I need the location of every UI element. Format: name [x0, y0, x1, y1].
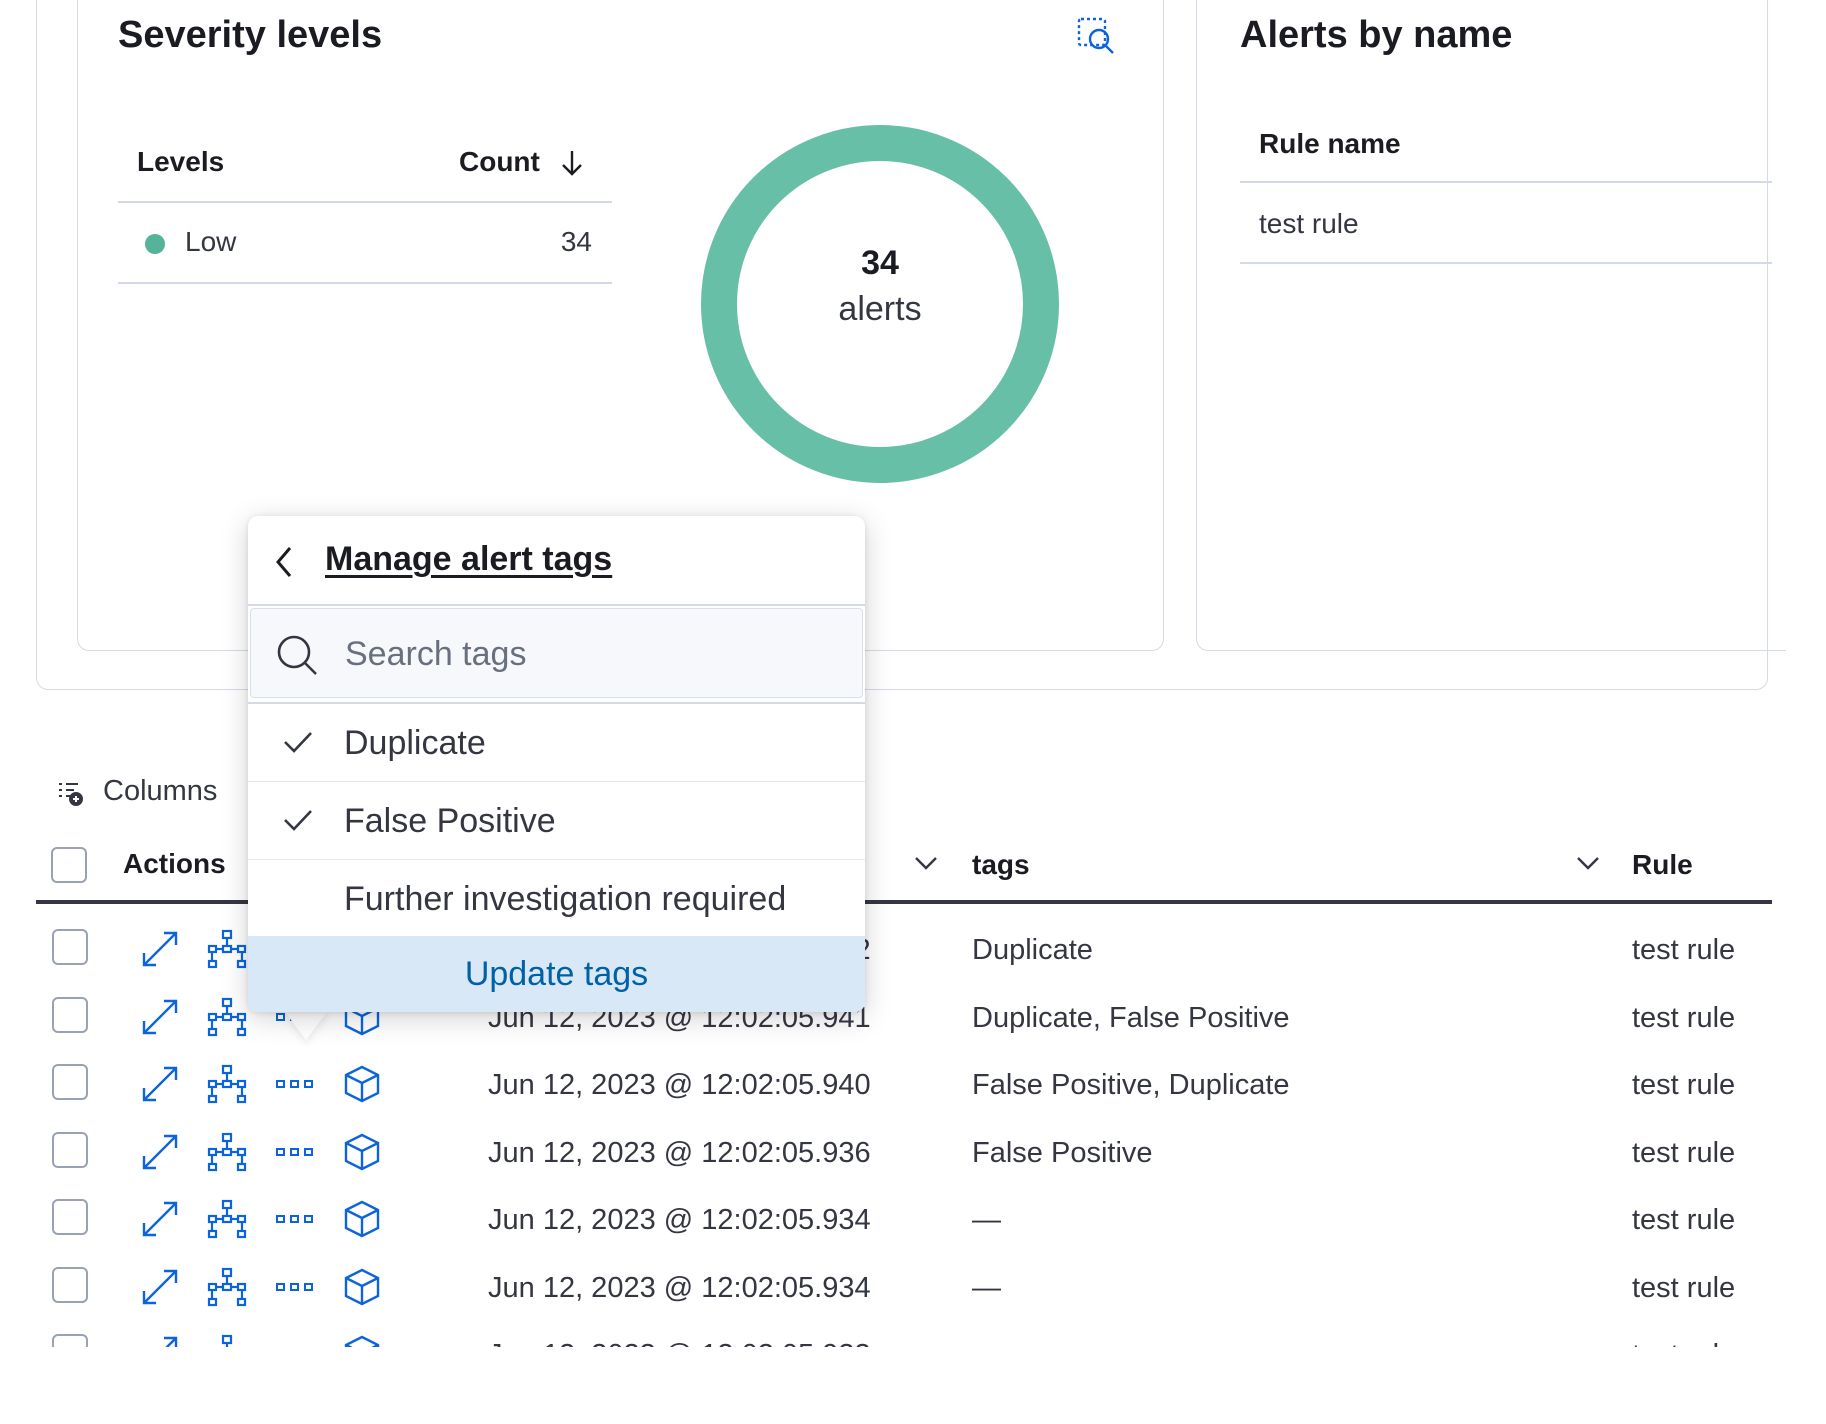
check-icon — [282, 728, 314, 756]
timestamp-cell: Jun 12, 2023 @ 12:02:05.936 — [488, 1137, 871, 1169]
session-view-icon[interactable] — [342, 1064, 382, 1104]
levels-header[interactable]: Levels — [137, 146, 224, 178]
tag-option-label: Further investigation required — [344, 880, 787, 918]
actions-header: Actions — [123, 848, 226, 879]
timestamp-cell: Jun 12, 2023 @ 12:02:05.934 — [488, 1272, 871, 1304]
sort-down-icon[interactable] — [558, 148, 586, 178]
search-tags-field[interactable]: Search tags — [250, 608, 863, 698]
timestamp-cell: Jun 12, 2023 @ 12:02:05.934 — [488, 1204, 871, 1236]
analyze-graph-icon[interactable] — [207, 1132, 247, 1172]
analyze-graph-icon[interactable] — [207, 997, 247, 1037]
rule-link[interactable]: test rule — [1632, 1339, 1735, 1347]
back-chevron-icon[interactable] — [272, 544, 296, 580]
rule-header[interactable]: Rule — [1632, 849, 1693, 881]
tags-header[interactable]: tags — [972, 849, 1030, 881]
analyze-graph-icon[interactable] — [207, 929, 247, 969]
tags-cell: Duplicate, False Positive — [972, 1002, 1290, 1034]
session-view-icon[interactable] — [342, 1132, 382, 1172]
count-header[interactable]: Count — [459, 146, 540, 178]
expand-icon[interactable] — [140, 1334, 180, 1347]
rule-link[interactable]: test rule — [1632, 1137, 1735, 1170]
more-actions-icon[interactable] — [275, 1199, 315, 1239]
divider — [248, 604, 865, 606]
severity-title: Severity levels — [118, 14, 383, 56]
donut-total: 34 — [861, 244, 899, 282]
chevron-down-icon[interactable] — [1574, 852, 1602, 874]
table-row: Jun 12, 2023 @ 12:02:05.933 — test rule — [0, 1320, 1826, 1347]
rule-name-header[interactable]: Rule name — [1259, 128, 1401, 160]
timestamp-cell: Jun 12, 2023 @ 12:02:05.933 — [488, 1339, 871, 1347]
tag-option-duplicate[interactable]: Duplicate — [248, 704, 865, 781]
rule-link[interactable]: test rule — [1632, 1069, 1735, 1102]
timestamp-cell: Jun 12, 2023 @ 12:02:05.940 — [488, 1069, 871, 1101]
expand-icon[interactable] — [140, 1267, 180, 1307]
tags-cell: — — [972, 1272, 1001, 1304]
expand-icon[interactable] — [140, 929, 180, 969]
row-checkbox[interactable] — [52, 1064, 88, 1100]
alerts-by-name-title: Alerts by name — [1240, 14, 1513, 56]
divider — [118, 201, 612, 203]
search-tags-placeholder: Search tags — [345, 635, 527, 673]
table-row: Jun 12, 2023 @ 12:02:05.934 — test rule — [0, 1253, 1826, 1321]
row-checkbox[interactable] — [52, 929, 88, 965]
divider — [1240, 262, 1772, 264]
expand-icon[interactable] — [140, 1064, 180, 1104]
tag-option-label: False Positive — [344, 802, 556, 840]
rule-link[interactable]: test rule — [1632, 1002, 1735, 1035]
more-actions-icon[interactable] — [275, 1132, 315, 1172]
more-actions-icon[interactable] — [275, 1064, 315, 1104]
popover-title[interactable]: Manage alert tags — [325, 540, 612, 579]
expand-icon[interactable] — [140, 1199, 180, 1239]
row-checkbox[interactable] — [52, 1132, 88, 1168]
columns-icon[interactable] — [56, 778, 86, 808]
session-view-icon[interactable] — [342, 1334, 382, 1347]
table-row: Jun 12, 2023 @ 12:02:05.936 False Positi… — [0, 1118, 1826, 1186]
tags-cell: False Positive, Duplicate — [972, 1069, 1290, 1101]
tags-cell: False Positive — [972, 1137, 1153, 1169]
low-severity-dot — [145, 234, 165, 254]
divider — [118, 282, 612, 284]
rule-link[interactable]: test rule — [1632, 1204, 1735, 1237]
severity-count-low: 34 — [560, 226, 592, 257]
row-checkbox[interactable] — [52, 997, 88, 1033]
severity-level-low[interactable]: Low — [185, 226, 236, 258]
search-icon — [275, 633, 319, 677]
popover-arrow — [282, 1008, 330, 1040]
divider — [1240, 181, 1772, 183]
alerts-by-name-card — [1196, 0, 1786, 651]
row-checkbox[interactable] — [52, 1199, 88, 1235]
rule-link[interactable]: test rule — [1632, 1272, 1735, 1305]
more-actions-icon[interactable] — [275, 1267, 315, 1307]
row-checkbox[interactable] — [52, 1267, 88, 1303]
check-icon — [282, 806, 314, 834]
table-row: Jun 12, 2023 @ 12:02:05.940 False Positi… — [0, 1050, 1826, 1118]
rule-link[interactable]: test rule — [1632, 934, 1735, 967]
tag-option-further-investigation[interactable]: Further investigation required — [248, 860, 865, 936]
tags-cell: — — [972, 1339, 1001, 1347]
tag-option-label: Duplicate — [344, 724, 486, 762]
analyze-graph-icon[interactable] — [207, 1267, 247, 1307]
analyze-graph-icon[interactable] — [207, 1199, 247, 1239]
rule-name-cell[interactable]: test rule — [1259, 208, 1359, 240]
tags-cell: — — [972, 1204, 1001, 1236]
expand-icon[interactable] — [140, 997, 180, 1037]
select-all-checkbox[interactable] — [51, 847, 87, 883]
analyze-graph-icon[interactable] — [207, 1334, 247, 1347]
columns-button[interactable]: Columns — [103, 775, 217, 808]
tag-option-false-positive[interactable]: False Positive — [248, 782, 865, 859]
row-checkbox[interactable] — [52, 1334, 88, 1347]
analyze-graph-icon[interactable] — [207, 1064, 247, 1104]
session-view-icon[interactable] — [342, 1267, 382, 1307]
tags-cell: Duplicate — [972, 934, 1093, 966]
expand-icon[interactable] — [140, 1132, 180, 1172]
manage-alert-tags-popover: Manage alert tags Search tags Duplicate … — [248, 516, 865, 1012]
update-tags-button[interactable]: Update tags — [248, 936, 865, 1012]
session-view-icon[interactable] — [342, 1199, 382, 1239]
more-actions-icon[interactable] — [275, 1334, 315, 1347]
inspect-icon[interactable] — [1076, 16, 1116, 56]
table-row: Jun 12, 2023 @ 12:02:05.934 — test rule — [0, 1185, 1826, 1253]
donut-label: alerts — [838, 290, 922, 328]
chevron-down-icon[interactable] — [912, 852, 940, 874]
